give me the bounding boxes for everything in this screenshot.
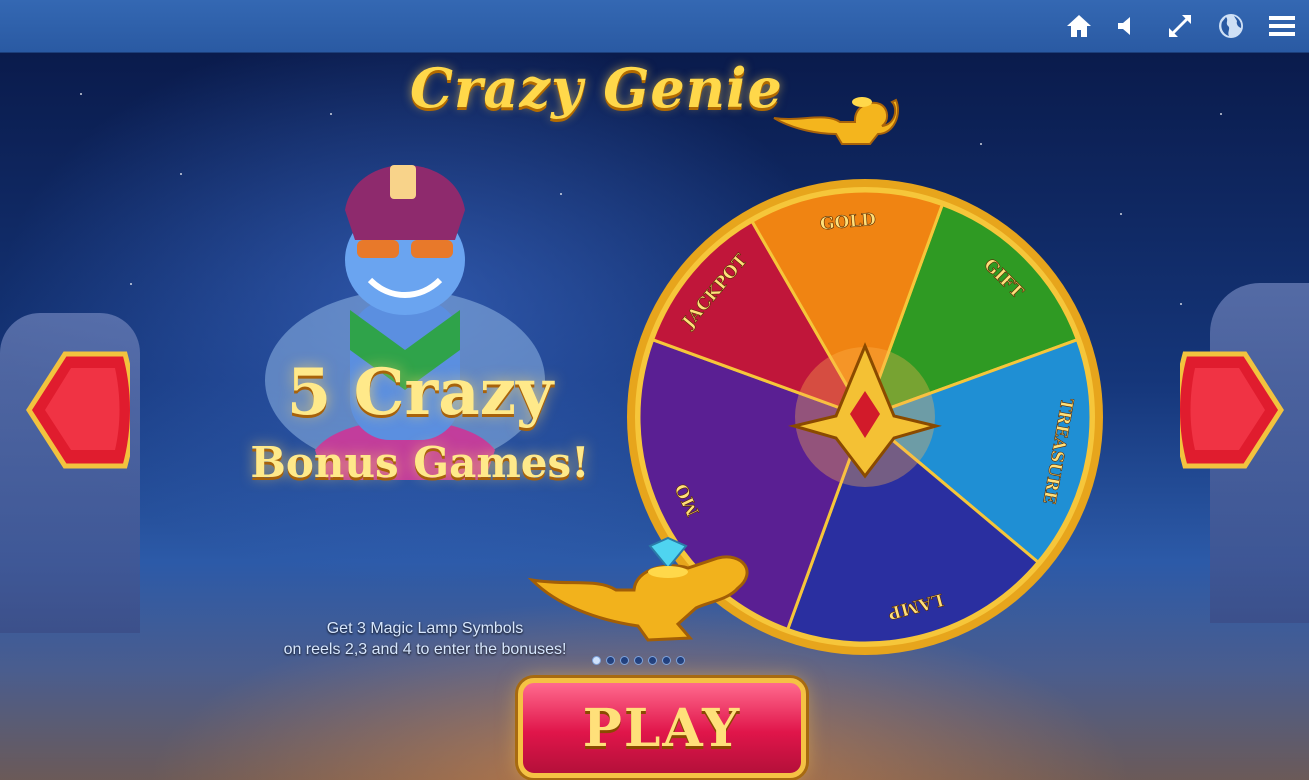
title-lamp-icon — [773, 97, 899, 145]
carousel-dot[interactable] — [648, 656, 657, 665]
info-line2: on reels 2,3 and 4 to enter the bonuses! — [283, 641, 567, 658]
fullscreen-icon[interactable] — [1164, 10, 1196, 42]
next-arrow-button[interactable] — [1180, 350, 1285, 470]
top-toolbar — [0, 0, 1309, 53]
play-button[interactable]: PLAY — [518, 678, 806, 778]
info-line1: Get 3 Magic Lamp Symbols — [326, 620, 524, 637]
carousel-dot[interactable] — [676, 656, 685, 665]
headline-line2: Bonus Games! — [250, 438, 590, 487]
carousel-dots — [592, 656, 685, 668]
carousel-dot[interactable] — [634, 656, 643, 665]
menu-icon[interactable] — [1266, 10, 1298, 42]
globe-icon[interactable] — [1215, 10, 1247, 42]
play-button-label: PLAY — [582, 697, 742, 759]
sound-icon[interactable] — [1110, 10, 1142, 42]
carousel-dot[interactable] — [606, 656, 615, 665]
game-title: Crazy Genie — [410, 56, 783, 120]
carousel-dot[interactable] — [662, 656, 671, 665]
headline-line1: 5 Crazy — [286, 355, 554, 430]
carousel-dot[interactable] — [592, 656, 601, 665]
home-icon[interactable] — [1063, 10, 1095, 42]
carousel-dot[interactable] — [620, 656, 629, 665]
previous-arrow-button[interactable] — [25, 350, 130, 470]
bonus-info-text: Get 3 Magic Lamp Symbols on reels 2,3 an… — [240, 618, 610, 660]
